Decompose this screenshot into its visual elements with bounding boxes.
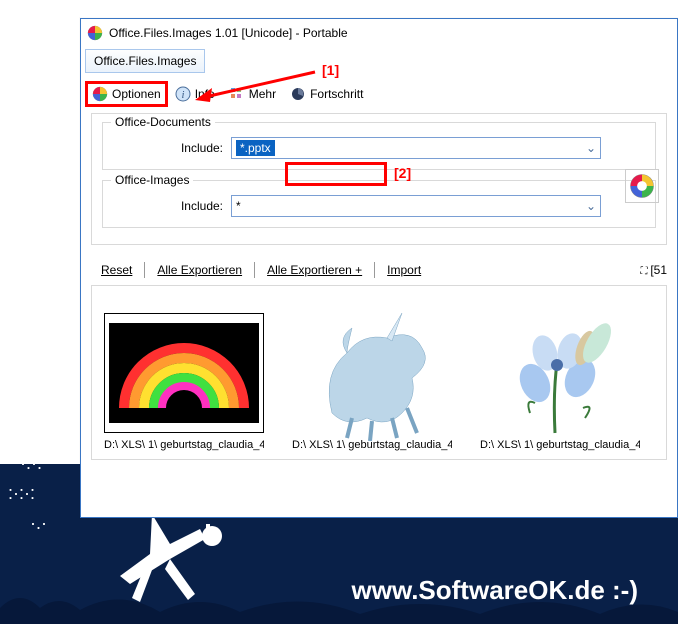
group-legend: Office-Images bbox=[111, 173, 193, 187]
import-link[interactable]: Import bbox=[377, 261, 431, 279]
combo-value: * bbox=[236, 199, 241, 213]
app-icon bbox=[92, 86, 108, 102]
divider bbox=[144, 262, 145, 278]
thumbnail-list[interactable]: D:\ XLS\ 1\ geburtstag_claudia_43.xlsx D… bbox=[91, 285, 667, 460]
thumbnail-caption: D:\ XLS\ 1\ geburtstag_claudia_43.xlsx bbox=[480, 439, 640, 451]
item-counter: ⛶ [51 bbox=[641, 263, 667, 277]
tab-bar: Optionen i Info Mehr Fortschrit bbox=[85, 81, 673, 107]
chevron-down-icon: ⌄ bbox=[582, 196, 600, 216]
export-all-plus-link[interactable]: Alle Exportieren + bbox=[257, 261, 372, 279]
info-icon: i bbox=[175, 86, 191, 102]
list-item[interactable]: D:\ XLS\ 1\ geburtstag_claudia_43.xlsx bbox=[476, 313, 644, 451]
tab-optionen[interactable]: Optionen bbox=[85, 81, 168, 107]
divider bbox=[254, 262, 255, 278]
splash-decor: :·:·: bbox=[8, 483, 35, 504]
splash-decor: ·:·. bbox=[20, 453, 42, 474]
annotation-1: [1] bbox=[322, 62, 339, 78]
expand-icon: ⛶ bbox=[641, 266, 651, 277]
list-item[interactable]: D:\ XLS\ 1\ geburtstag_claudia_43.xlsx bbox=[288, 313, 456, 451]
group-legend: Office-Documents bbox=[111, 115, 215, 129]
titlebar: Office.Files.Images 1.01 [Unicode] - Por… bbox=[81, 19, 677, 47]
refresh-button[interactable] bbox=[625, 169, 659, 203]
documents-include-combo[interactable]: *.pptx ⌄ bbox=[231, 137, 601, 159]
annotation-arrow-1 bbox=[190, 62, 320, 102]
svg-text:i: i bbox=[181, 90, 184, 101]
options-panel: Office-Documents Include: *.pptx ⌄ Offic… bbox=[91, 113, 667, 245]
menu-office-files-images[interactable]: Office.Files.Images bbox=[85, 49, 205, 73]
window-title: Office.Files.Images 1.01 [Unicode] - Por… bbox=[109, 26, 348, 40]
list-item[interactable]: D:\ XLS\ 1\ geburtstag_claudia_43.xlsx bbox=[100, 313, 268, 451]
app-icon bbox=[87, 25, 103, 41]
thumbnail-caption: D:\ XLS\ 1\ geburtstag_claudia_43.xlsx bbox=[292, 439, 452, 451]
office-images-group: Office-Images Include: * ⌄ bbox=[102, 180, 656, 228]
chevron-down-icon: ⌄ bbox=[582, 138, 600, 158]
tab-label: Optionen bbox=[112, 87, 161, 101]
annotation-2: [2] bbox=[394, 165, 411, 181]
footer-site-text: www.SoftwareOK.de :-) bbox=[352, 575, 639, 606]
office-documents-group: Office-Documents Include: *.pptx ⌄ bbox=[102, 122, 656, 170]
divider bbox=[374, 262, 375, 278]
export-all-link[interactable]: Alle Exportieren bbox=[147, 261, 252, 279]
combo-value: *.pptx bbox=[236, 140, 275, 156]
include-label: Include: bbox=[113, 141, 223, 155]
thumbnail-unicorn bbox=[292, 313, 452, 433]
app-window: Office.Files.Images 1.01 [Unicode] - Por… bbox=[80, 18, 678, 518]
action-bar: Reset Alle Exportieren Alle Exportieren … bbox=[91, 261, 667, 279]
include-label: Include: bbox=[113, 199, 223, 213]
menubar: Office.Files.Images bbox=[81, 47, 677, 75]
thumbnail-caption: D:\ XLS\ 1\ geburtstag_claudia_43.xlsx bbox=[104, 439, 264, 451]
reset-link[interactable]: Reset bbox=[91, 261, 142, 279]
thumbnail-fairy-flower bbox=[480, 313, 640, 433]
thumbnail-rainbow bbox=[104, 313, 264, 433]
images-include-combo[interactable]: * ⌄ bbox=[231, 195, 601, 217]
splash-decor: ·.· bbox=[30, 513, 47, 534]
